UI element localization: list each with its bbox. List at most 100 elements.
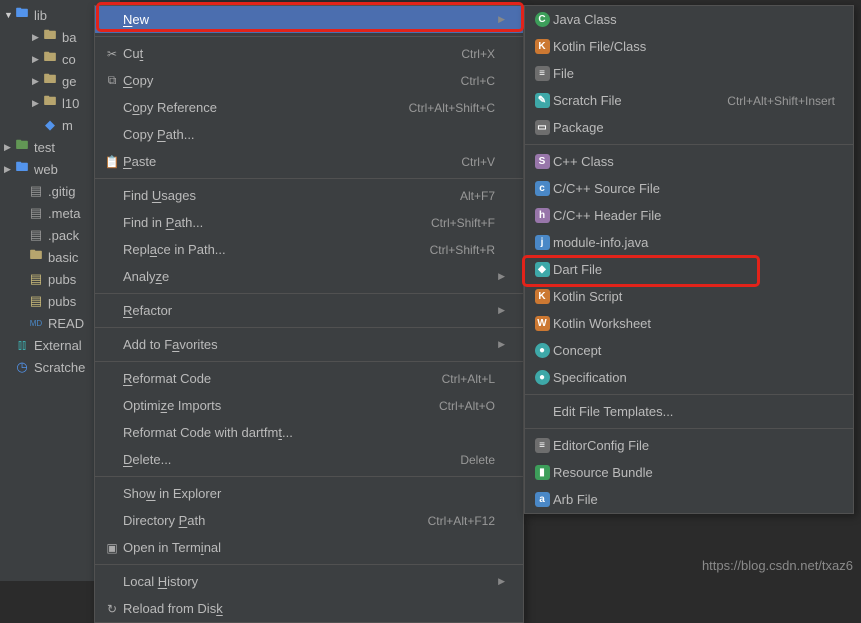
menu-item[interactable]: Copy ReferenceCtrl+Alt+Shift+C: [95, 94, 523, 121]
new-menu-item-label: Resource Bundle: [551, 465, 835, 480]
filetype-icon: K: [533, 39, 551, 54]
filetype-icon: ●: [533, 370, 551, 385]
new-menu-item[interactable]: ●Concept: [525, 337, 853, 364]
new-menu-item-label: Edit File Templates...: [551, 404, 835, 419]
menu-item[interactable]: Show in Explorer: [95, 480, 523, 507]
menu-separator: [525, 428, 853, 429]
context-menu[interactable]: New▶✂CutCtrl+X⧉CopyCtrl+CCopy ReferenceC…: [94, 5, 524, 623]
new-menu-item[interactable]: SC++ Class: [525, 148, 853, 175]
menu-item[interactable]: Find in Path...Ctrl+Shift+F: [95, 209, 523, 236]
menu-item[interactable]: ⧉CopyCtrl+C: [95, 67, 523, 94]
new-menu-item[interactable]: CJava Class: [525, 6, 853, 33]
folder-icon: ▤: [28, 228, 44, 242]
new-menu-item[interactable]: ≡File: [525, 60, 853, 87]
folder-icon: 🖿: [14, 162, 30, 176]
submenu-arrow-icon: ▶: [495, 339, 505, 350]
menu-item-label: Reload from Disk: [121, 601, 495, 616]
folder-icon: 🖿: [42, 30, 58, 44]
menu-item[interactable]: Copy Path...: [95, 121, 523, 148]
new-menu-item[interactable]: hC/C++ Header File: [525, 202, 853, 229]
menu-item[interactable]: Directory PathCtrl+Alt+F12: [95, 507, 523, 534]
folder-icon: ▤: [28, 184, 44, 198]
new-menu-item[interactable]: aArb File: [525, 486, 853, 513]
menu-item-label: Cut: [121, 46, 461, 61]
menu-item-icon: ▣: [103, 541, 121, 555]
new-menu-item-label: Java Class: [551, 12, 835, 27]
new-menu-item[interactable]: WKotlin Worksheet: [525, 310, 853, 337]
menu-item-label: Reformat Code with dartfmt...: [121, 425, 495, 440]
new-menu-item-label: EditorConfig File: [551, 438, 835, 453]
filetype-icon: ▭: [533, 120, 551, 135]
folder-icon: ◆: [42, 118, 58, 132]
menu-item-shortcut: Ctrl+Alt+Shift+C: [409, 101, 495, 115]
new-menu-item[interactable]: jmodule-info.java: [525, 229, 853, 256]
new-menu-item-label: C/C++ Source File: [551, 181, 835, 196]
menu-item[interactable]: Optimize ImportsCtrl+Alt+O: [95, 392, 523, 419]
menu-item[interactable]: Add to Favorites▶: [95, 331, 523, 358]
tree-arrow-icon: ▶: [32, 76, 42, 87]
menu-item[interactable]: Reformat CodeCtrl+Alt+L: [95, 365, 523, 392]
menu-item[interactable]: Delete...Delete: [95, 446, 523, 473]
menu-item[interactable]: Replace in Path...Ctrl+Shift+R: [95, 236, 523, 263]
filetype-icon: C: [533, 12, 551, 27]
menu-item[interactable]: 📋PasteCtrl+V: [95, 148, 523, 175]
new-menu-item[interactable]: KKotlin Script: [525, 283, 853, 310]
new-menu-item[interactable]: KKotlin File/Class: [525, 33, 853, 60]
new-menu-item[interactable]: Edit File Templates...: [525, 398, 853, 425]
menu-item[interactable]: Refactor▶: [95, 297, 523, 324]
menu-item[interactable]: Reformat Code with dartfmt...: [95, 419, 523, 446]
new-menu-item[interactable]: ◆Dart File: [525, 256, 853, 283]
menu-item-shortcut: Ctrl+X: [461, 47, 495, 61]
menu-item-icon: 📋: [103, 155, 121, 169]
menu-item-label: Add to Favorites: [121, 337, 495, 352]
menu-item-label: Copy Reference: [121, 100, 409, 115]
filetype-icon: c: [533, 181, 551, 196]
menu-item-icon: ✂: [103, 47, 121, 61]
new-menu-item-label: Dart File: [551, 262, 835, 277]
submenu-arrow-icon: ▶: [495, 14, 505, 25]
filetype-icon: K: [533, 289, 551, 304]
menu-item-label: Delete...: [121, 452, 460, 467]
folder-icon: 🖿: [42, 74, 58, 88]
new-menu-item[interactable]: ✎Scratch FileCtrl+Alt+Shift+Insert: [525, 87, 853, 114]
menu-item[interactable]: Analyze▶: [95, 263, 523, 290]
menu-item-shortcut: Ctrl+Alt+F12: [428, 514, 495, 528]
menu-item-label: Find in Path...: [121, 215, 431, 230]
tree-item-label: l10: [62, 96, 79, 111]
new-menu-item[interactable]: ≡EditorConfig File: [525, 432, 853, 459]
tree-item-label: pubs: [48, 272, 76, 287]
tree-arrow-icon: ▶: [32, 98, 42, 109]
new-menu-item[interactable]: cC/C++ Source File: [525, 175, 853, 202]
tree-item-label: READ: [48, 316, 84, 331]
new-menu-item[interactable]: ●Specification: [525, 364, 853, 391]
menu-item[interactable]: Local History▶: [95, 568, 523, 595]
filetype-icon: ▮: [533, 465, 551, 480]
menu-item[interactable]: ✂CutCtrl+X: [95, 40, 523, 67]
new-menu-item-label: module-info.java: [551, 235, 835, 250]
tree-item-label: External: [34, 338, 82, 353]
tree-item-label: Scratche: [34, 360, 85, 375]
menu-item[interactable]: ▣Open in Terminal: [95, 534, 523, 561]
tree-item-label: pubs: [48, 294, 76, 309]
tree-item-label: lib: [34, 8, 47, 23]
new-menu-item-label: Specification: [551, 370, 835, 385]
submenu-arrow-icon: ▶: [495, 576, 505, 587]
new-menu-item-label: Kotlin Worksheet: [551, 316, 835, 331]
menu-item[interactable]: New▶: [95, 6, 523, 33]
filetype-icon: W: [533, 316, 551, 331]
menu-item-label: Open in Terminal: [121, 540, 495, 555]
new-menu-item[interactable]: ▮Resource Bundle: [525, 459, 853, 486]
watermark: https://blog.csdn.net/txaz6: [702, 558, 853, 573]
menu-item[interactable]: ↻Reload from Disk: [95, 595, 523, 622]
filetype-icon: ◆: [533, 262, 551, 277]
tree-item-label: m: [62, 118, 73, 133]
tree-arrow-icon: ▶: [4, 142, 14, 153]
tree-arrow-icon: ▶: [32, 32, 42, 43]
new-menu-item-label: Arb File: [551, 492, 835, 507]
menu-separator: [525, 394, 853, 395]
new-submenu[interactable]: CJava ClassKKotlin File/Class≡File✎Scrat…: [524, 5, 854, 514]
submenu-arrow-icon: ▶: [495, 271, 505, 282]
menu-item[interactable]: Find UsagesAlt+F7: [95, 182, 523, 209]
new-menu-item[interactable]: ▭Package: [525, 114, 853, 141]
menu-item-label: Show in Explorer: [121, 486, 495, 501]
